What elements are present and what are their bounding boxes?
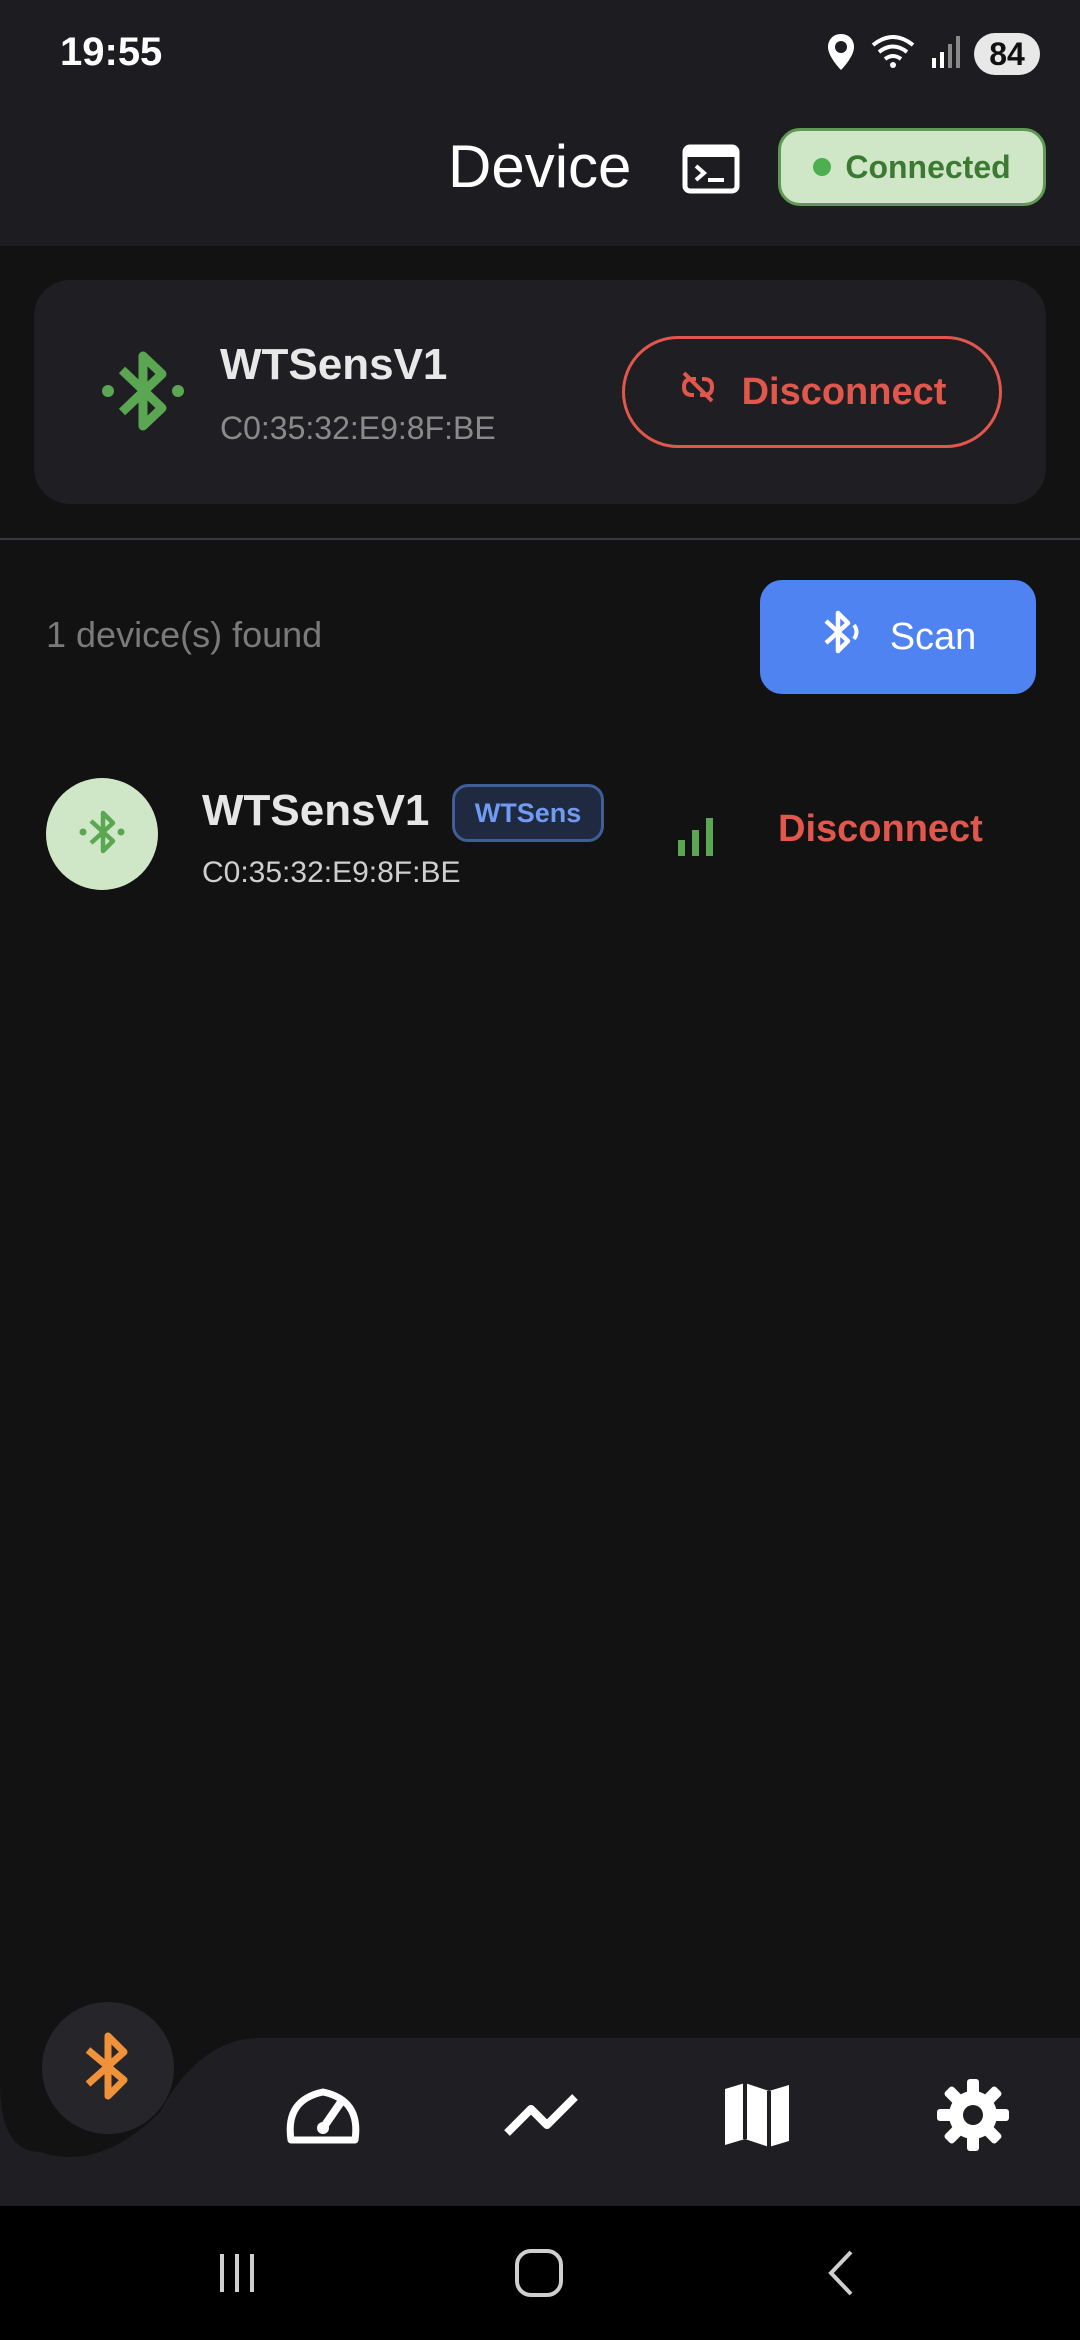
bluetooth-icon: [75, 805, 129, 864]
status-dot: [813, 158, 832, 176]
recent-apps-button[interactable]: [202, 2240, 272, 2310]
connection-status-label: Connected: [845, 148, 1011, 185]
row-disconnect-button[interactable]: Disconnect: [778, 808, 983, 851]
nav-settings[interactable]: [928, 2072, 1018, 2162]
speedometer-icon: [283, 2080, 363, 2155]
nav-dashboard[interactable]: [278, 2072, 368, 2162]
nav-bluetooth[interactable]: [42, 2002, 174, 2134]
system-navigation-bar: [0, 2206, 1080, 2340]
status-icons: 84: [826, 30, 1040, 78]
connected-device-mac: C0:35:32:E9:8F:BE: [220, 410, 496, 446]
divider: [0, 538, 1080, 540]
app-bar: Device Connected: [0, 110, 1080, 246]
connection-status-chip: Connected: [778, 128, 1046, 206]
location-icon: [826, 32, 856, 77]
terminal-icon: [682, 144, 740, 199]
devices-found-count: 1 device(s) found: [46, 614, 323, 655]
signal-icon: [930, 35, 960, 73]
device-name: WTSensV1: [202, 786, 430, 835]
page-title: Device: [448, 133, 632, 200]
disconnect-button-label: Disconnect: [741, 370, 947, 413]
device-screen: 19:55 84 Device Connected WTSensV1 C0:35…: [0, 0, 1080, 2340]
terminal-button[interactable]: [680, 144, 742, 198]
connected-device-name: WTSensV1: [220, 340, 448, 389]
bottom-navigation: [0, 2002, 1080, 2206]
chart-line-icon: [501, 2085, 581, 2150]
nav-charts[interactable]: [496, 2072, 586, 2162]
status-time: 19:55: [60, 30, 163, 74]
signal-strength-icon: [676, 814, 716, 856]
status-bar: 19:55 84: [0, 0, 1080, 110]
battery-icon: 84: [974, 33, 1040, 75]
nav-map[interactable]: [712, 2072, 802, 2162]
settings-icon: [935, 2077, 1011, 2158]
disconnect-button[interactable]: Disconnect: [622, 336, 1002, 448]
scan-button[interactable]: Scan: [760, 580, 1036, 694]
list-item[interactable]: WTSensV1 WTSens C0:35:32:E9:8F:BE Discon…: [0, 760, 1080, 910]
bluetooth-searching-icon: [820, 607, 866, 667]
back-icon: [821, 2246, 861, 2305]
device-avatar: [46, 778, 158, 890]
device-mac: C0:35:32:E9:8F:BE: [202, 856, 461, 889]
map-icon: [721, 2079, 793, 2156]
device-type-badge: WTSens: [452, 784, 604, 842]
back-button[interactable]: [806, 2240, 876, 2310]
home-button[interactable]: [504, 2240, 574, 2310]
link-off-icon: [678, 367, 718, 417]
home-icon: [512, 2246, 566, 2305]
recent-apps-icon: [212, 2248, 262, 2303]
bluetooth-icon: [78, 2028, 138, 2109]
bluetooth-connected-icon: [88, 336, 198, 446]
connected-device-card: WTSensV1 C0:35:32:E9:8F:BE Disconnect: [34, 280, 1046, 504]
wifi-icon: [870, 33, 916, 76]
scan-button-label: Scan: [889, 615, 977, 658]
